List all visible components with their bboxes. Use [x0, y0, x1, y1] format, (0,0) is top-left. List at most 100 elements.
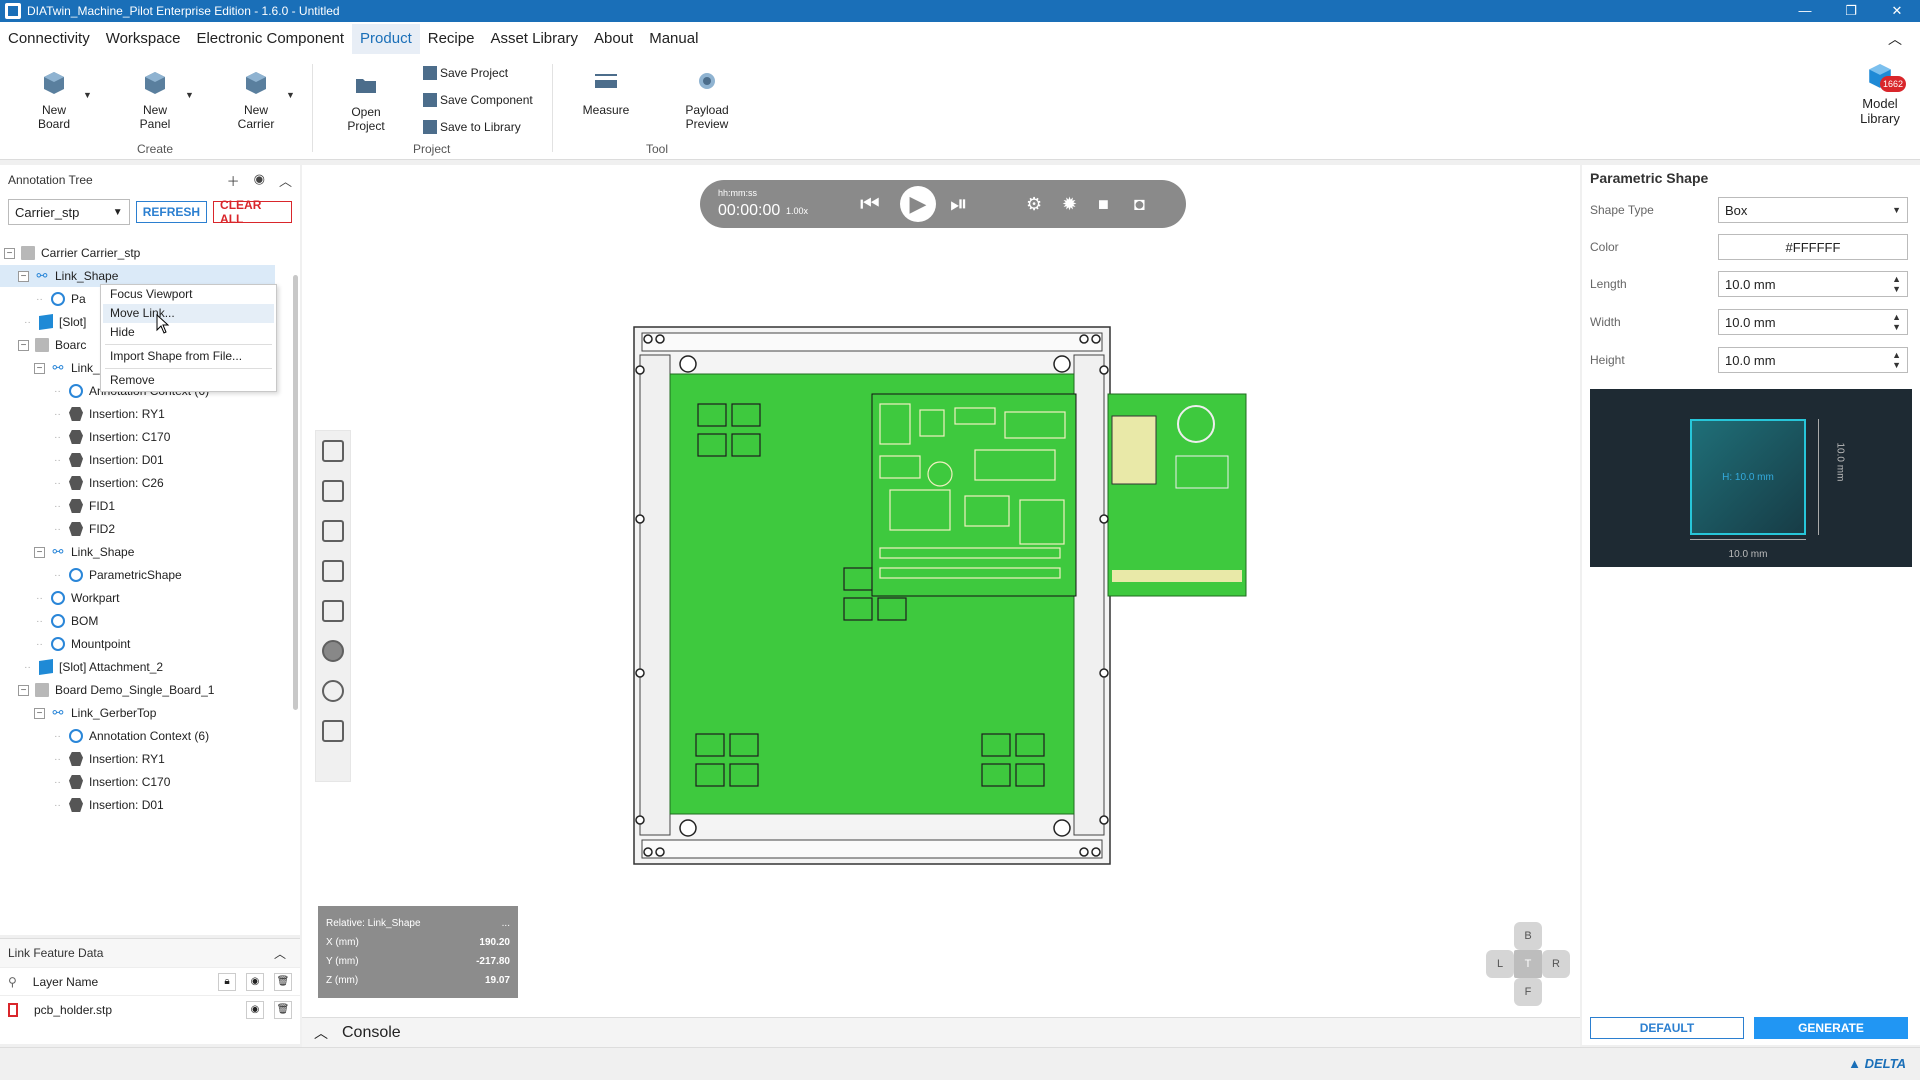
menu-product[interactable]: Product — [352, 24, 420, 54]
layer-row[interactable]: pcb_holder.stp ◉ 🗑︎ — [0, 995, 300, 1023]
collapse-icon[interactable]: ︿ — [274, 945, 286, 962]
tree-row-insertion[interactable]: ·· Insertion: D01 — [0, 449, 164, 471]
new-carrier-button[interactable]: New Carrier — [236, 70, 276, 131]
menu-asset-library[interactable]: Asset Library — [482, 24, 586, 54]
video-camera-icon[interactable]: ■ — [1098, 190, 1109, 218]
tree-row-fiducial[interactable]: ·· FID1 — [0, 495, 115, 517]
menu-connectivity[interactable]: Connectivity — [0, 24, 98, 54]
menu-recipe[interactable]: Recipe — [420, 24, 483, 54]
menu-item-remove[interactable]: Remove — [103, 371, 274, 390]
view-top-button[interactable]: T — [1514, 950, 1542, 978]
camera-icon[interactable]: ◘ — [1134, 190, 1145, 218]
restore-button[interactable]: ❐ — [1828, 0, 1874, 22]
tree-scrollbar[interactable] — [293, 275, 298, 710]
minimize-button[interactable]: — — [1782, 0, 1828, 22]
view-right-button[interactable]: R — [1542, 950, 1570, 978]
collapse-ribbon-icon[interactable]: ︿ — [1888, 29, 1902, 49]
collapse-icon[interactable]: ︿ — [279, 171, 292, 190]
tree-row-link-gerbertop[interactable]: − ⚯ Link_GerberTop — [0, 702, 156, 724]
save-component-button[interactable]: Save Component — [423, 93, 533, 107]
color-field[interactable]: #FFFFFF — [1718, 234, 1908, 260]
3d-viewport[interactable]: hh:mm:ss 00:00:00 1.00x ⏮ ▶ ⏯ ⚙ ✹ ■ ◘ — [302, 165, 1580, 1017]
menu-item-hide[interactable]: Hide — [103, 323, 274, 342]
new-panel-dropdown-icon[interactable]: ▼ — [185, 90, 194, 100]
collapse-toggle-icon[interactable]: − — [18, 684, 29, 696]
trash-icon[interactable]: 🗑︎ — [274, 1000, 292, 1019]
tree-row-mountpoint[interactable]: ·· Mountpoint — [0, 633, 130, 655]
tree-row-insertion[interactable]: ·· Insertion: C170 — [0, 771, 170, 793]
tree-row-fiducial[interactable]: ·· FID2 — [0, 518, 115, 540]
tree-row-slot[interactable]: ·· [Slot] — [0, 311, 86, 333]
stepper-arrows-icon[interactable]: ▲ ▼ — [1892, 350, 1901, 370]
trash-icon[interactable]: 🗑︎ — [274, 972, 292, 991]
new-board-button[interactable]: New Board — [34, 70, 74, 131]
focus-tool[interactable] — [316, 711, 350, 751]
view-left-button[interactable]: L — [1486, 950, 1514, 978]
model-library-button[interactable]: 1662 Model Library — [1850, 56, 1910, 126]
menu-item-move-link[interactable]: Move Link... — [103, 304, 274, 323]
view-back-button[interactable]: B — [1514, 922, 1542, 950]
new-carrier-dropdown-icon[interactable]: ▼ — [286, 90, 295, 100]
shading-tool[interactable] — [316, 631, 350, 671]
tree-row-slot-attachment[interactable]: ·· [Slot] Attachment_2 — [0, 656, 163, 678]
carrier-select[interactable]: Carrier_stp ▼ — [8, 199, 130, 225]
menu-item-import-shape[interactable]: Import Shape from File... — [103, 347, 274, 366]
tree-row-link-shape[interactable]: − ⚯ Link_Shape — [0, 541, 134, 563]
tree-row-insertion[interactable]: ·· Insertion: C26 — [0, 472, 164, 494]
chevron-up-icon[interactable]: ︿ — [314, 1023, 328, 1043]
open-project-button[interactable]: Open Project — [345, 72, 387, 133]
tree-row-insertion[interactable]: ·· Insertion: C170 — [0, 426, 170, 448]
fit-selection-tool[interactable] — [316, 471, 350, 511]
tree-row-parametric[interactable]: ·· Pa — [0, 288, 86, 310]
measure-button[interactable]: Measure — [580, 70, 632, 117]
settings-icon[interactable]: ✹ — [1062, 190, 1077, 218]
save-to-library-button[interactable]: Save to Library — [423, 120, 521, 134]
skip-start-icon[interactable]: ⏮ — [860, 190, 880, 218]
eye-icon[interactable]: ◉ — [246, 1000, 264, 1019]
tree-row-bom[interactable]: ·· BOM — [0, 610, 98, 632]
tree-row-workpart[interactable]: ·· Workpart — [0, 587, 119, 609]
zoom-tool[interactable] — [316, 511, 350, 551]
shape-type-select[interactable]: Box ▼ — [1718, 197, 1908, 223]
length-stepper[interactable]: 10.0 mm ▲ ▼ — [1718, 271, 1908, 297]
playback-speed[interactable]: 1.00x — [786, 206, 808, 216]
menu-item-focus-viewport[interactable]: Focus Viewport — [103, 285, 274, 304]
payload-preview-button[interactable]: Payload Preview — [680, 70, 734, 131]
save-project-button[interactable]: Save Project — [423, 66, 508, 80]
axis-tool[interactable] — [316, 591, 350, 631]
collapse-toggle-icon[interactable]: − — [34, 362, 45, 374]
tree-row-carrier[interactable]: − Carrier Carrier_stp — [0, 242, 140, 264]
tree-row-insertion[interactable]: ·· Insertion: D01 — [0, 794, 164, 816]
default-button[interactable]: DEFAULT — [1590, 1017, 1744, 1039]
play-button[interactable]: ▶ — [900, 186, 936, 222]
eye-icon[interactable]: ◉ — [246, 972, 264, 991]
eye-icon[interactable]: ◉ — [254, 171, 265, 190]
collapse-toggle-icon[interactable]: − — [34, 707, 45, 719]
orbit-tool[interactable] — [316, 671, 350, 711]
add-icon[interactable]: ＋ — [227, 171, 240, 190]
width-stepper[interactable]: 10.0 mm ▲ ▼ — [1718, 309, 1908, 335]
collapse-toggle-icon[interactable]: − — [34, 546, 45, 558]
tree-row-insertion[interactable]: ·· Insertion: RY1 — [0, 748, 165, 770]
console-bar[interactable]: ︿ Console — [302, 1017, 1580, 1047]
tree-row-parametric-shape[interactable]: ·· ParametricShape — [0, 564, 182, 586]
view-mode-tool[interactable] — [316, 551, 350, 591]
new-board-dropdown-icon[interactable]: ▼ — [83, 90, 92, 100]
collapse-toggle-icon[interactable]: − — [18, 270, 29, 282]
fit-all-tool[interactable] — [316, 431, 350, 471]
stepper-arrows-icon[interactable]: ▲ ▼ — [1892, 312, 1901, 332]
new-panel-button[interactable]: New Panel — [135, 70, 175, 131]
close-button[interactable]: ✕ — [1874, 0, 1920, 22]
menu-workspace[interactable]: Workspace — [98, 24, 189, 54]
robot-icon[interactable]: ⚙ — [1026, 190, 1042, 218]
stepper-arrows-icon[interactable]: ▲ ▼ — [1892, 274, 1901, 294]
view-front-button[interactable]: F — [1514, 978, 1542, 1006]
generate-button[interactable]: GENERATE — [1754, 1017, 1908, 1039]
refresh-button[interactable]: REFRESH — [135, 201, 208, 223]
menu-electronic-component[interactable]: Electronic Component — [188, 24, 352, 54]
tree-row-annotation-context[interactable]: ·· Annotation Context (6) — [0, 725, 209, 747]
collapse-toggle-icon[interactable]: − — [18, 339, 29, 351]
menu-manual[interactable]: Manual — [641, 24, 706, 54]
collapse-toggle-icon[interactable]: − — [4, 247, 15, 259]
tree-row-board[interactable]: − Boarc — [0, 334, 86, 356]
